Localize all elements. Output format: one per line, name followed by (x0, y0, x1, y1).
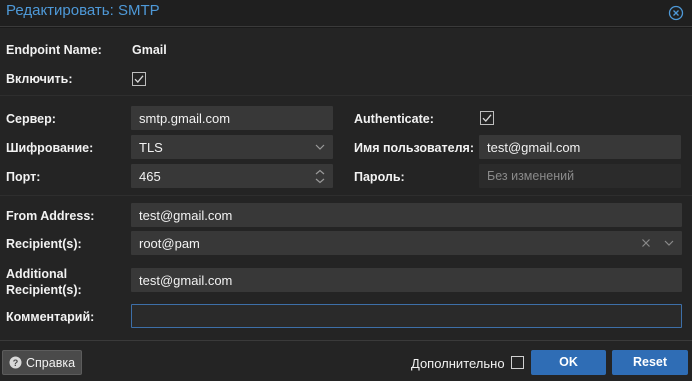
section-divider (0, 95, 692, 96)
server-input[interactable]: smtp.gmail.com (131, 106, 333, 130)
encryption-value: TLS (139, 140, 163, 155)
from-address-value: test@gmail.com (139, 208, 233, 223)
username-input[interactable]: test@gmail.com (479, 135, 681, 159)
endpoint-name-value: Gmail (132, 43, 167, 57)
server-label: Сервер: (6, 112, 56, 126)
username-value: test@gmail.com (487, 140, 581, 155)
port-value: 465 (139, 169, 161, 184)
form-body: Endpoint Name: Gmail Включить: Сервер: s… (0, 28, 692, 340)
from-address-input[interactable]: test@gmail.com (131, 203, 682, 227)
chevron-down-icon[interactable] (313, 140, 327, 154)
help-button[interactable]: ? Справка (2, 350, 82, 375)
close-icon[interactable] (668, 5, 684, 21)
clear-icon[interactable] (639, 236, 653, 250)
username-label: Имя пользователя: (354, 141, 474, 155)
authenticate-checkbox[interactable] (480, 111, 494, 125)
server-value: smtp.gmail.com (139, 111, 231, 126)
recipients-value: root@pam (139, 236, 200, 251)
question-circle-icon: ? (9, 356, 22, 369)
chevron-down-icon[interactable] (662, 236, 676, 250)
window-title: Редактировать: SMTP (6, 2, 160, 19)
authenticate-label: Authenticate: (354, 112, 434, 126)
additional-recipients-input[interactable]: test@gmail.com (131, 268, 682, 292)
password-placeholder: Без изменений (487, 169, 575, 183)
endpoint-name-label: Endpoint Name: (6, 43, 102, 57)
password-input[interactable]: Без изменений (479, 164, 681, 188)
dialog-footer: ? Справка Дополнительно OK Reset (0, 340, 692, 381)
window-titlebar: Редактировать: SMTP (0, 0, 692, 27)
recipients-label: Recipient(s): (6, 237, 82, 251)
advanced-checkbox[interactable] (511, 356, 524, 369)
encryption-select[interactable]: TLS (131, 135, 333, 159)
comment-input[interactable] (131, 304, 682, 328)
enable-label: Включить: (6, 72, 73, 86)
additional-recipients-label: Additional Recipient(s): (6, 266, 82, 298)
recipients-select[interactable]: root@pam (131, 231, 682, 255)
help-button-label: Справка (26, 356, 76, 370)
comment-label: Комментарий: (6, 310, 95, 324)
advanced-label: Дополнительно (411, 356, 505, 371)
additional-recipients-value: test@gmail.com (139, 273, 233, 288)
svg-text:?: ? (13, 358, 19, 368)
enable-checkbox[interactable] (132, 72, 146, 86)
spinner-arrows-icon[interactable] (313, 168, 327, 185)
from-address-label: From Address: (6, 209, 95, 223)
encryption-label: Шифрование: (6, 141, 94, 155)
ok-button[interactable]: OK (531, 350, 606, 375)
additional-recipients-label-line1: Additional (6, 267, 68, 281)
additional-recipients-label-line2: Recipient(s): (6, 283, 82, 297)
port-spinner[interactable]: 465 (131, 164, 333, 188)
password-label: Пароль: (354, 170, 405, 184)
port-label: Порт: (6, 170, 41, 184)
section-divider (0, 195, 692, 196)
reset-button[interactable]: Reset (612, 350, 688, 375)
